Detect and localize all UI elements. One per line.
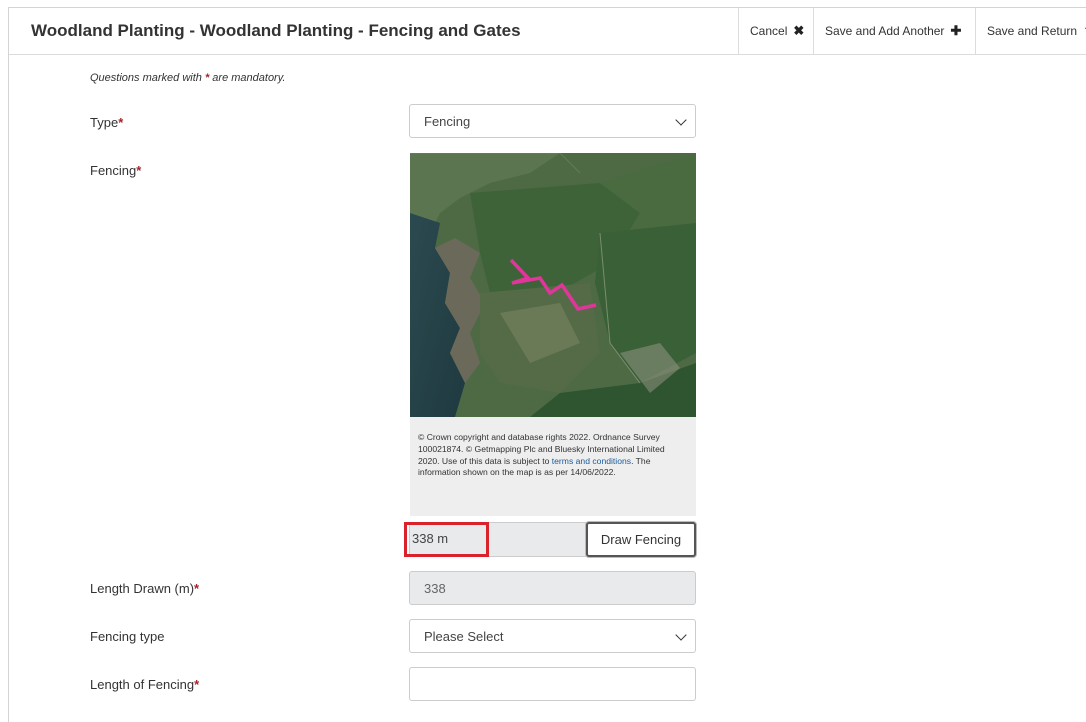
required-asterisk: * (194, 677, 200, 692)
fencing-type-label: Fencing type (90, 629, 164, 644)
plus-icon: ✚ (950, 23, 962, 38)
mandatory-note: Questions marked with * are mandatory. (90, 72, 285, 84)
draw-fencing-button[interactable]: Draw Fencing (586, 522, 696, 557)
save-add-label: Save and Add Another (825, 24, 945, 38)
save-and-add-another-button[interactable]: Save and Add Another ✚ (813, 8, 975, 54)
page-title: Woodland Planting - Woodland Planting - … (31, 21, 521, 40)
fencing-type-label-text: Fencing type (90, 629, 165, 644)
aerial-map[interactable] (410, 153, 696, 417)
save-return-label: Save and Return (987, 24, 1078, 38)
length-of-fencing-label: Length of Fencing* (90, 677, 199, 692)
chevron-down-icon (675, 114, 687, 126)
length-of-fencing-input[interactable] (409, 667, 696, 701)
required-asterisk: * (204, 72, 210, 84)
aerial-map-image (410, 153, 696, 417)
length-drawn-value: 338 (424, 580, 446, 596)
length-drawn-label-text: Length Drawn (m) (90, 581, 195, 596)
required-asterisk: * (136, 163, 142, 178)
terms-and-conditions-link[interactable]: terms and conditions (552, 456, 631, 466)
fencing-label: Fencing* (90, 163, 141, 178)
type-label-text: Type (90, 115, 119, 130)
type-label: Type* (90, 115, 123, 130)
save-and-return-button[interactable]: Save and Return ⇪ (975, 8, 1086, 54)
cancel-button[interactable]: Cancel ✖ (738, 8, 813, 54)
highlight-box (404, 522, 489, 557)
fencing-type-select[interactable]: Please Select (409, 619, 696, 653)
cancel-label: Cancel (750, 24, 788, 38)
times-icon: ✖ (793, 23, 805, 38)
mandatory-note-suffix: are mandatory. (212, 72, 286, 84)
map-attribution: © Crown copyright and database rights 20… (410, 417, 696, 516)
mandatory-note-text: Questions marked with (90, 72, 202, 84)
chevron-down-icon (675, 629, 687, 641)
fencing-type-select-value: Please Select (424, 628, 504, 644)
length-of-fencing-label-text: Length of Fencing (90, 677, 195, 692)
fencing-label-text: Fencing (90, 163, 137, 178)
type-select-value: Fencing (424, 113, 471, 129)
length-drawn-field: 338 (409, 571, 696, 605)
required-asterisk: * (194, 581, 200, 596)
type-select[interactable]: Fencing (409, 104, 696, 138)
required-asterisk: * (118, 115, 124, 130)
page-header: Woodland Planting - Woodland Planting - … (9, 8, 1086, 55)
length-drawn-label: Length Drawn (m)* (90, 581, 199, 596)
